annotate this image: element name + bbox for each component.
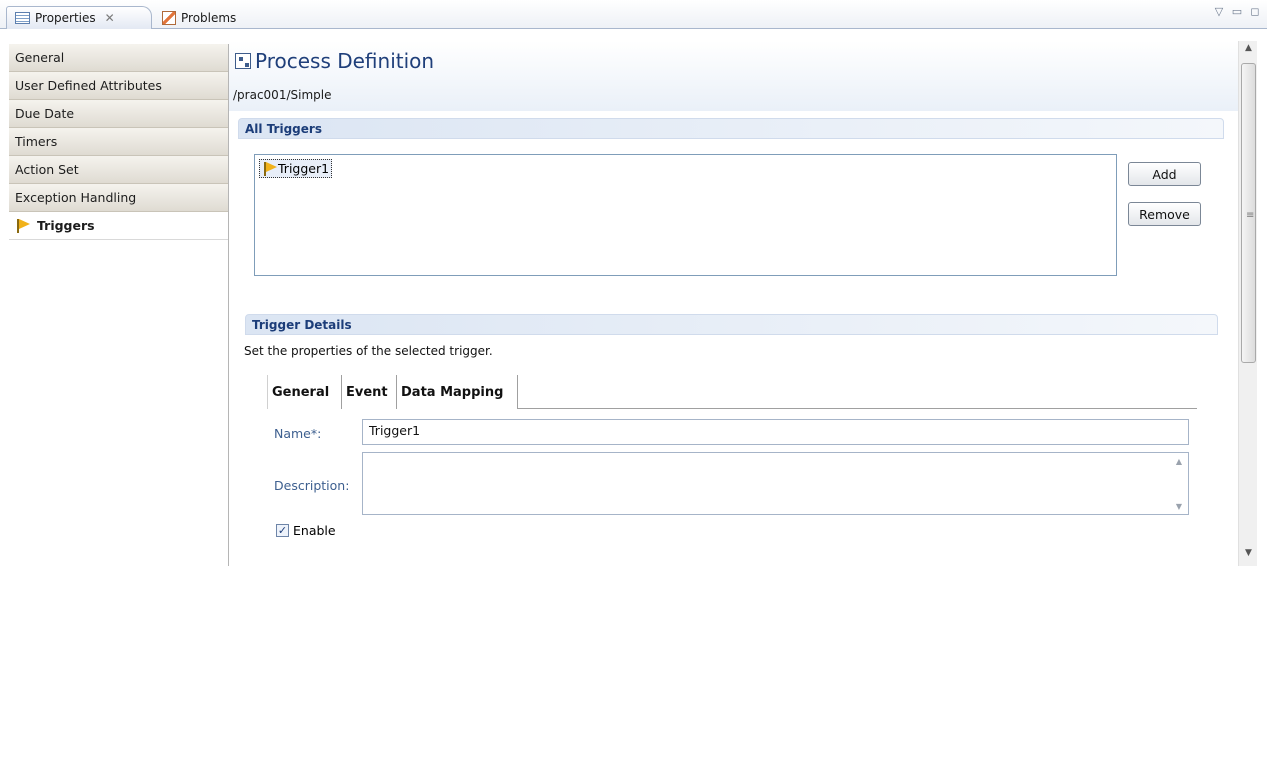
properties-icon	[15, 12, 30, 24]
all-triggers-heading: All Triggers	[245, 121, 322, 136]
add-button[interactable]: Add	[1128, 162, 1201, 186]
section-description: Set the properties of the selected trigg…	[244, 344, 493, 358]
scroll-down-icon[interactable]: ▼	[1239, 548, 1258, 564]
remove-button-label: Remove	[1139, 206, 1190, 222]
trigger-details-section-header[interactable]: Trigger Details	[245, 314, 1218, 335]
tab-problems[interactable]: Problems	[154, 6, 252, 29]
page-title: Process Definition	[235, 49, 434, 73]
breadcrumb: /prac001/Simple	[233, 88, 332, 102]
sidebar-item-label: General	[15, 50, 65, 65]
scrollbar-thumb[interactable]: ≡	[1241, 63, 1256, 363]
window-controls: ▽ ▭ ◻	[1213, 5, 1261, 18]
page-title-text: Process Definition	[255, 49, 435, 73]
process-definition-icon	[235, 53, 251, 69]
flag-icon	[262, 161, 278, 177]
enable-checkbox-label: Enable	[293, 523, 336, 538]
add-button-label: Add	[1152, 166, 1177, 182]
list-item[interactable]: Trigger1	[259, 159, 333, 178]
trigger-item-label: Trigger1	[278, 161, 330, 176]
sidebar-item-label: Exception Handling	[15, 190, 137, 205]
all-triggers-section-header[interactable]: All Triggers	[238, 118, 1224, 139]
tab-properties[interactable]: Properties ✕	[6, 6, 152, 29]
trigger-details-heading: Trigger Details	[252, 317, 352, 332]
close-icon[interactable]: ✕	[105, 11, 115, 25]
sidebar-item-triggers[interactable]: Triggers	[9, 212, 228, 240]
view-tab-bar: Properties ✕ Problems ▽ ▭ ◻	[0, 0, 1267, 29]
sidebar-item-label: User Defined Attributes	[15, 78, 162, 93]
scroll-up-icon[interactable]: ▲	[1239, 43, 1258, 59]
sidebar-item-user-defined-attributes[interactable]: User Defined Attributes	[9, 72, 228, 100]
remove-button[interactable]: Remove	[1128, 202, 1201, 226]
tab-general[interactable]: General	[267, 375, 342, 409]
vertical-scrollbar[interactable]: ▲ ≡ ▼	[1238, 41, 1257, 566]
trigger-details-tabs: General Event Data Mapping	[267, 375, 1197, 409]
triggers-list[interactable]: Trigger1	[254, 154, 1117, 276]
name-field-label: Name*:	[274, 426, 322, 441]
tab-event[interactable]: Event	[342, 375, 397, 409]
flag-icon	[15, 218, 31, 234]
minimize-icon[interactable]: ▭	[1231, 5, 1243, 18]
sidebar-item-label: Triggers	[37, 218, 95, 233]
tab-data-mapping[interactable]: Data Mapping	[397, 375, 518, 409]
name-field[interactable]: Trigger1	[362, 419, 1189, 445]
sidebar-empty-area	[9, 240, 228, 762]
problems-icon	[162, 10, 176, 25]
enable-checkbox[interactable]: ✓	[276, 524, 289, 537]
page-header: Process Definition /prac001/Simple	[229, 41, 1238, 111]
scroll-up-icon[interactable]: ▲	[1176, 457, 1182, 466]
view-menu-icon[interactable]: ▽	[1213, 5, 1225, 18]
tab-problems-label: Problems	[181, 10, 237, 25]
tab-general-label: General	[272, 384, 330, 400]
maximize-icon[interactable]: ◻	[1249, 5, 1261, 18]
sidebar-item-timers[interactable]: Timers	[9, 128, 228, 156]
tab-event-label: Event	[346, 384, 388, 400]
sidebar-item-label: Action Set	[15, 162, 79, 177]
description-scrollbar[interactable]: ▲ ▼	[1173, 457, 1185, 511]
properties-sidebar: General User Defined Attributes Due Date…	[9, 44, 229, 762]
sidebar-item-label: Timers	[15, 134, 58, 149]
name-field-value: Trigger1	[369, 423, 421, 438]
scroll-down-icon[interactable]: ▼	[1176, 502, 1182, 511]
sidebar-item-general[interactable]: General	[9, 44, 228, 72]
sidebar-item-action-set[interactable]: Action Set	[9, 156, 228, 184]
sidebar-item-label: Due Date	[15, 106, 75, 121]
enable-checkbox-row[interactable]: ✓ Enable	[276, 523, 336, 538]
tab-data-mapping-label: Data Mapping	[401, 384, 504, 400]
properties-main-panel: Process Definition /prac001/Simple All T…	[229, 41, 1238, 566]
sidebar-item-exception-handling[interactable]: Exception Handling	[9, 184, 228, 212]
description-field-label: Description:	[274, 478, 350, 493]
sidebar-item-due-date[interactable]: Due Date	[9, 100, 228, 128]
description-field[interactable]: ▲ ▼	[362, 452, 1189, 515]
tab-properties-label: Properties	[35, 11, 96, 25]
grip-icon: ≡	[1246, 210, 1255, 221]
